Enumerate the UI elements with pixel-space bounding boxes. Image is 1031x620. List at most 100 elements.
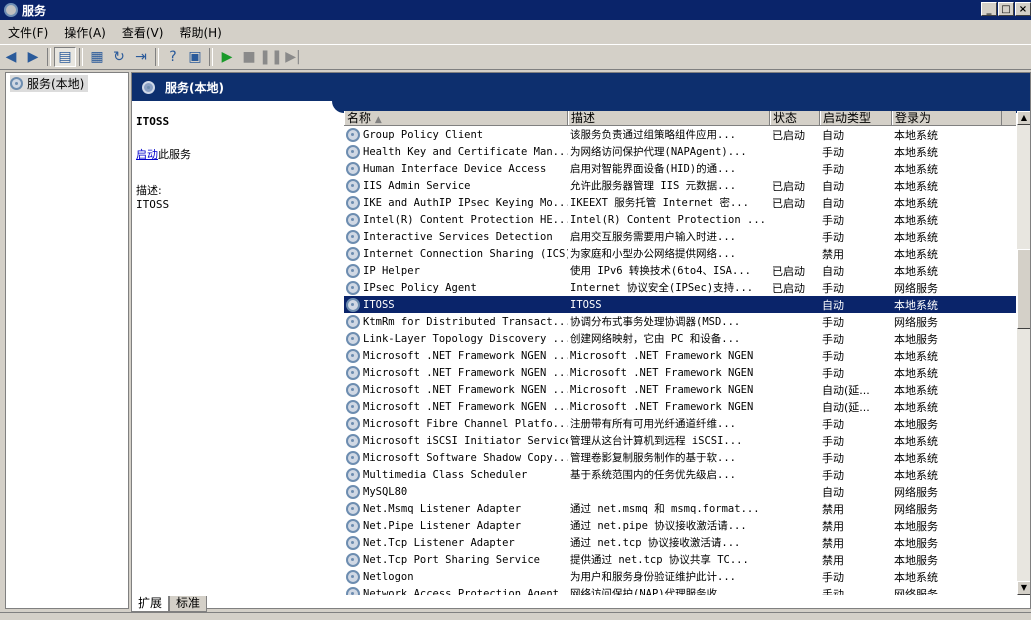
- menu-file[interactable]: 文件(F): [0, 24, 56, 41]
- table-row[interactable]: KtmRm for Distributed Transact... 协调分布式事务…: [344, 313, 1016, 330]
- table-row[interactable]: Microsoft .NET Framework NGEN ... Microso…: [344, 381, 1016, 398]
- gear-icon: [346, 263, 360, 278]
- menu-view[interactable]: 查看(V): [114, 24, 172, 41]
- service-name: Microsoft .NET Framework NGEN ...: [363, 383, 568, 396]
- service-name: ITOSS: [363, 298, 395, 311]
- service-name-cell: Microsoft Software Shadow Copy...: [344, 450, 568, 465]
- table-row[interactable]: Link-Layer Topology Discovery ... 创建网络映射，…: [344, 330, 1016, 347]
- gear-icon: [346, 229, 360, 244]
- tab-extended[interactable]: 扩展: [131, 596, 170, 612]
- table-row[interactable]: Microsoft Software Shadow Copy... 管理卷影复制服…: [344, 449, 1016, 466]
- service-name: Net.Tcp Port Sharing Service: [363, 553, 541, 566]
- arrow-right-icon[interactable]: ▶: [22, 47, 44, 67]
- details-pane: 服务(本地) ITOSS 启动此服务 描述: ITOSS 名称 ▲ 描述 状态 …: [131, 72, 1031, 609]
- refresh-icon[interactable]: ↻: [108, 47, 130, 67]
- service-startup-type-cell: 自动: [822, 196, 844, 210]
- table-row[interactable]: Internet Connection Sharing (ICS) 为家庭和小型办…: [344, 245, 1016, 262]
- scroll-thumb[interactable]: [1017, 249, 1030, 329]
- column-header-description[interactable]: 描述: [568, 111, 770, 125]
- service-name: Microsoft .NET Framework NGEN ...: [363, 349, 568, 362]
- scroll-up-button[interactable]: ▲: [1017, 111, 1030, 125]
- table-row[interactable]: ITOSS ITOSS 自动 本地系统: [344, 296, 1016, 313]
- arrow-left-icon[interactable]: ◀: [0, 47, 22, 67]
- header-band: [132, 101, 332, 113]
- column-header-log-on-as[interactable]: 登录为: [892, 111, 1002, 125]
- table-row[interactable]: IKE and AuthIP IPsec Keying Mo... IKEEXT …: [344, 194, 1016, 211]
- minimize-button[interactable]: _: [981, 2, 997, 16]
- toolbar-separator: [47, 48, 51, 66]
- table-row[interactable]: Health Key and Certificate Man... 为网络访问保护…: [344, 143, 1016, 160]
- service-name-cell: ITOSS: [344, 297, 568, 312]
- console-tree-pane: 服务(本地): [5, 72, 129, 609]
- service-description-cell: Microsoft .NET Framework NGEN: [570, 366, 754, 379]
- table-row[interactable]: Net.Tcp Listener Adapter 通过 net.tcp 协议接收激…: [344, 534, 1016, 551]
- table-row[interactable]: IPsec Policy Agent Internet 协议安全(IPSec)支持…: [344, 279, 1016, 296]
- service-name: Microsoft Software Shadow Copy...: [363, 451, 568, 464]
- table-row[interactable]: Group Policy Client 该服务负责通过组策略组件应用... 已启动 自…: [344, 126, 1016, 143]
- scroll-down-button[interactable]: ▼: [1017, 581, 1030, 595]
- service-name-cell: Net.Msmq Listener Adapter: [344, 501, 568, 516]
- table-row[interactable]: Net.Pipe Listener Adapter 通过 net.pipe 协议接…: [344, 517, 1016, 534]
- table-row[interactable]: Netlogon 为用户和服务身份验证维护此计... 手动 本地系统: [344, 568, 1016, 585]
- window-controls: _ □ ×: [981, 2, 1031, 16]
- stop-icon[interactable]: ■: [238, 47, 260, 67]
- service-description-cell: 管理从这台计算机到远程 iSCSI...: [570, 435, 743, 447]
- service-status-cell: 已启动: [772, 281, 805, 295]
- service-name-cell: Health Key and Certificate Man...: [344, 144, 568, 159]
- service-name-cell: IP Helper: [344, 263, 568, 278]
- table-row[interactable]: IP Helper 使用 IPv6 转换技术(6to4、ISA... 已启动 自动 本地…: [344, 262, 1016, 279]
- service-name-cell: Interactive Services Detection: [344, 229, 568, 244]
- table-row[interactable]: Net.Msmq Listener Adapter 通过 net.msmq 和 m…: [344, 500, 1016, 517]
- column-header-status[interactable]: 状态: [770, 111, 820, 125]
- table-row[interactable]: Intel(R) Content Protection HE... Intel(R…: [344, 211, 1016, 228]
- tab-standard[interactable]: 标准: [169, 596, 208, 612]
- close-button[interactable]: ×: [1015, 2, 1031, 16]
- gear-icon: [346, 569, 360, 584]
- gear-icon: [346, 246, 360, 261]
- maximize-button[interactable]: □: [998, 2, 1014, 16]
- service-name-cell: IKE and AuthIP IPsec Keying Mo...: [344, 195, 568, 210]
- column-header-name[interactable]: 名称 ▲: [344, 111, 568, 125]
- service-name-cell: Multimedia Class Scheduler: [344, 467, 568, 482]
- table-row[interactable]: MySQL80 自动 网络服务: [344, 483, 1016, 500]
- service-startup-type-cell: 手动: [822, 213, 844, 227]
- service-logon-cell: 本地系统: [894, 128, 938, 142]
- gear-icon: [346, 212, 360, 227]
- table-row[interactable]: Microsoft .NET Framework NGEN ... Microso…: [344, 364, 1016, 381]
- menu-action[interactable]: 操作(A): [56, 24, 114, 41]
- service-name: Link-Layer Topology Discovery ...: [363, 332, 568, 345]
- table-row[interactable]: Interactive Services Detection 启用交互服务需要用户…: [344, 228, 1016, 245]
- table-row[interactable]: Microsoft .NET Framework NGEN ... Microso…: [344, 347, 1016, 364]
- service-description-cell: 网络访问保护(NAP)代理服务收...: [570, 588, 737, 595]
- selected-service-name: ITOSS: [136, 115, 170, 128]
- pause-icon[interactable]: ❚❚: [259, 47, 282, 67]
- help-icon[interactable]: ?: [162, 47, 184, 67]
- table-row[interactable]: Multimedia Class Scheduler 基于系统范围内的任务优先级启…: [344, 466, 1016, 483]
- table-row[interactable]: Microsoft iSCSI Initiator Service 管理从这台计算…: [344, 432, 1016, 449]
- table-row[interactable]: Microsoft .NET Framework NGEN ... Microso…: [344, 398, 1016, 415]
- vertical-scrollbar[interactable]: ▲ ▼: [1017, 111, 1030, 595]
- show-hide-icon[interactable]: ▣: [184, 47, 206, 67]
- gear-icon: [346, 365, 360, 380]
- service-startup-type-cell: 手动: [822, 281, 844, 295]
- restart-icon[interactable]: ▶|: [282, 47, 304, 67]
- table-row[interactable]: Human Interface Device Access 启用对智能界面设备(H…: [344, 160, 1016, 177]
- title-bar: 服务 _ □ ×: [0, 0, 1031, 20]
- table-row[interactable]: Network Access Protection Agent 网络访问保护(NA…: [344, 585, 1016, 595]
- table-row[interactable]: IIS Admin Service 允许此服务器管理 IIS 元数据... 已启动 自…: [344, 177, 1016, 194]
- start-service-link[interactable]: 启动: [136, 148, 158, 161]
- service-description-panel: ITOSS 启动此服务 描述: ITOSS: [136, 115, 336, 211]
- table-row[interactable]: Net.Tcp Port Sharing Service 提供通过 net.tcp…: [344, 551, 1016, 568]
- column-header-startup-type[interactable]: 启动类型: [820, 111, 892, 125]
- menu-help[interactable]: 帮助(H): [171, 24, 229, 41]
- export-list-icon[interactable]: ⇥: [130, 47, 152, 67]
- tree-item-services-local[interactable]: 服务(本地): [10, 75, 89, 92]
- properties-icon[interactable]: ▦: [86, 47, 108, 67]
- console-tree-icon[interactable]: ▤: [54, 47, 76, 67]
- service-startup-type-cell: 手动: [822, 230, 844, 244]
- gear-icon: [346, 127, 360, 142]
- table-row[interactable]: Microsoft Fibre Channel Platfo... 注册带有所有可…: [344, 415, 1016, 432]
- play-icon[interactable]: ▶: [216, 47, 238, 67]
- service-name: Human Interface Device Access: [363, 162, 547, 175]
- service-name: Netlogon: [363, 570, 414, 583]
